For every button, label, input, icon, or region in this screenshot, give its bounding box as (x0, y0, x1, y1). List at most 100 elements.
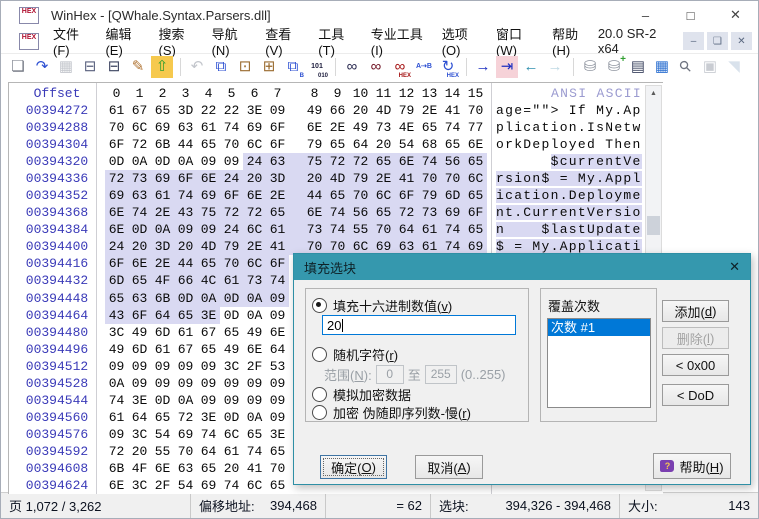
hex-byte[interactable]: 09 (174, 221, 197, 239)
hex-byte[interactable]: 72 (349, 153, 372, 171)
hex-byte[interactable]: 61 (151, 341, 174, 358)
ascii-text[interactable]: ication.Deployme (496, 187, 642, 204)
hex-byte[interactable]: 6F (128, 306, 151, 324)
goto-offset-icon[interactable]: → (472, 56, 494, 78)
hex-byte[interactable]: 61 (105, 409, 128, 426)
hex-byte[interactable]: 49 (303, 102, 326, 119)
hex-byte[interactable]: 6F (464, 204, 487, 222)
hex-byte[interactable]: 69 (441, 204, 464, 222)
hex-byte[interactable]: 49 (349, 119, 372, 136)
hex-byte[interactable]: 74 (174, 187, 197, 205)
hex-byte[interactable]: 65 (128, 272, 151, 290)
hex-byte[interactable]: 0D (105, 153, 128, 170)
menu-tools[interactable]: 工具(T) (310, 22, 362, 60)
hex-byte[interactable]: 65 (197, 136, 220, 153)
hex-byte[interactable]: 09 (151, 358, 174, 375)
print-setup-icon[interactable]: ⊟ (79, 56, 101, 78)
hex-byte[interactable]: 79 (303, 136, 326, 153)
ascii-text[interactable]: age=""> If My.Ap (496, 102, 642, 119)
hex-byte[interactable]: 09 (220, 375, 243, 392)
hex-byte[interactable]: 72 (105, 443, 128, 460)
hex-byte[interactable]: 6C (128, 119, 151, 136)
hex-byte[interactable]: 3E (197, 409, 220, 426)
hex-byte[interactable]: 09 (105, 426, 128, 443)
hex-byte[interactable]: 74 (105, 392, 128, 409)
hex-byte[interactable]: 3D (174, 102, 197, 119)
hex-byte[interactable]: 41 (243, 460, 266, 477)
hex-byte[interactable]: 4C (197, 272, 220, 290)
hex-byte[interactable]: 65 (372, 204, 395, 222)
hex-byte[interactable]: 64 (151, 306, 174, 324)
hex-byte[interactable]: 0D (174, 289, 197, 307)
hex-byte[interactable]: 67 (128, 102, 151, 119)
print-icon[interactable]: ⊟ (103, 56, 125, 78)
hex-byte[interactable]: 70 (349, 187, 372, 205)
hex-byte[interactable]: 72 (174, 409, 197, 426)
back-icon[interactable]: ← (520, 56, 542, 78)
help-button[interactable]: ? 帮助(H) (653, 453, 731, 479)
hex-byte[interactable]: 6B (151, 289, 174, 307)
hex-byte[interactable]: 70 (105, 119, 128, 136)
copy-block-icon[interactable]: ⧉ (210, 56, 232, 78)
find-again-icon[interactable]: ∞ (365, 56, 387, 78)
hex-byte[interactable]: 69 (197, 187, 220, 205)
hex-byte[interactable]: 41 (395, 170, 418, 188)
menu-search[interactable]: 搜索(S) (151, 22, 204, 60)
hex-byte[interactable]: 61 (220, 443, 243, 460)
hex-byte[interactable]: 6E (395, 153, 418, 171)
hex-byte[interactable]: 0A (128, 153, 151, 170)
hex-byte[interactable]: 0D (151, 153, 174, 170)
hex-byte[interactable]: 6E (105, 221, 128, 239)
hex-byte[interactable]: 61 (197, 119, 220, 136)
hex-byte[interactable]: 65 (441, 136, 464, 153)
hex-byte[interactable]: 6E (303, 204, 326, 222)
open-file-icon[interactable]: ↷ (31, 56, 53, 78)
hex-byte[interactable]: 20 (174, 238, 197, 256)
hex-byte[interactable]: 6D (128, 341, 151, 358)
hex-byte[interactable]: 0A (105, 375, 128, 392)
hex-byte[interactable]: 6E (243, 341, 266, 358)
hex-byte[interactable]: 64 (395, 221, 418, 239)
status-offset[interactable]: 偏移地址: 394,468 (191, 493, 326, 518)
hex-byte[interactable]: 6C (243, 255, 266, 273)
hex-byte[interactable]: 6D (105, 272, 128, 290)
paste-into-new-icon[interactable]: ⊞ (258, 56, 280, 78)
ascii-text[interactable]: nt.CurrentVersio (496, 204, 642, 221)
hex-byte[interactable]: 61 (418, 221, 441, 239)
hex-byte[interactable]: 6C (243, 477, 266, 494)
radio-fill-hex[interactable]: 填充十六进制数值(v) (312, 298, 452, 314)
hex-byte[interactable]: 0D (220, 289, 243, 307)
hex-byte[interactable]: 70 (418, 170, 441, 188)
hex-byte[interactable]: 09 (266, 392, 289, 409)
hex-byte[interactable]: 09 (243, 392, 266, 409)
convert-binary-icon[interactable]: 101 010 (306, 56, 328, 79)
hex-byte[interactable]: 6C (243, 136, 266, 153)
hex-byte[interactable]: 63 (174, 460, 197, 477)
hex-byte[interactable]: 64 (266, 341, 289, 358)
hex-byte[interactable]: 73 (128, 170, 151, 188)
hex-byte[interactable]: 65 (174, 306, 197, 324)
hex-byte[interactable]: 74 (326, 221, 349, 239)
menu-view[interactable]: 查看(V) (257, 22, 310, 60)
hex-byte[interactable]: 6E (197, 170, 220, 188)
hex-byte[interactable]: 6F (266, 136, 289, 153)
hex-byte[interactable]: 73 (243, 272, 266, 290)
hex-byte[interactable]: 09 (266, 307, 289, 324)
status-block[interactable]: 选块: 394,326 - 394,468 (431, 493, 620, 518)
hex-byte[interactable]: 73 (372, 119, 395, 136)
hex-byte[interactable]: 69 (105, 187, 128, 205)
hex-byte[interactable]: 6D (441, 187, 464, 205)
hex-byte[interactable]: 74 (197, 426, 220, 443)
hex-byte[interactable]: 41 (441, 102, 464, 119)
hex-byte[interactable]: 09 (151, 375, 174, 392)
scroll-up-icon[interactable]: ▲ (646, 86, 661, 101)
range-from-field[interactable]: 0 (375, 365, 404, 384)
passes-listbox[interactable]: 次数 #1 (547, 318, 651, 408)
hex-byte[interactable]: 69 (197, 477, 220, 494)
hex-byte[interactable]: 79 (349, 170, 372, 188)
hex-byte[interactable]: 49 (220, 341, 243, 358)
hex-byte[interactable]: 22 (197, 102, 220, 119)
hex-byte[interactable]: 09 (266, 102, 289, 119)
menu-navigation[interactable]: 导航(N) (204, 22, 258, 60)
hex-byte[interactable]: 09 (197, 358, 220, 375)
